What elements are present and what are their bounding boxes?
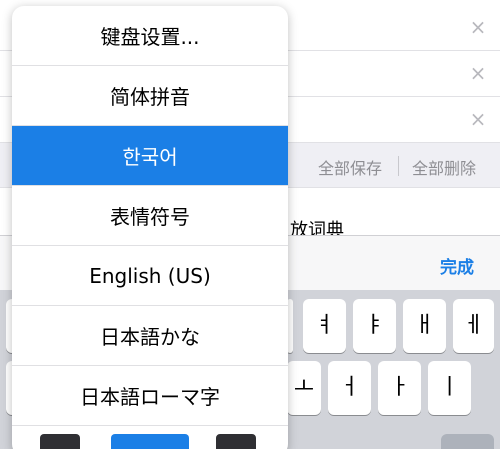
keyboard-size-options [12,430,288,449]
dictionary-text: 放词典 [290,220,344,235]
delete-all-button[interactable]: 全部删除 [412,155,476,179]
menu-item-english-us[interactable]: English (US) [12,246,288,306]
done-button[interactable]: 完成 [440,253,474,278]
keyboard-full-icon[interactable] [111,434,189,449]
toolbar-divider [398,156,399,176]
keyboard-left-icon[interactable] [40,434,80,449]
keyboard-key[interactable]: ㅔ [453,299,494,353]
menu-item-emoji[interactable]: 表情符号 [12,186,288,246]
keyboard-key[interactable]: ㅐ [403,299,446,353]
close-icon[interactable]: × [468,109,488,129]
menu-item-keyboard-settings[interactable]: 键盘设置... [12,6,288,66]
keyboard-right-icon[interactable] [216,434,256,449]
keyboard-key[interactable]: ㅏ [378,361,421,415]
keyboard-key[interactable]: ㅑ [353,299,396,353]
menu-item-korean[interactable]: 한국어 [12,126,288,186]
delete-key[interactable] [441,434,494,449]
menu-item-japanese-romaji[interactable]: 日本語ローマ字 [12,366,288,426]
keyboard-key[interactable]: ㅗ [287,361,321,415]
keyboard-key[interactable]: ㅕ [303,299,346,353]
keyboard-key[interactable]: ㅣ [428,361,471,415]
save-all-button[interactable]: 全部保存 [318,155,382,179]
keyboard-language-menu: 键盘设置... 简体拼音 한국어 表情符号 English (US) 日本語かな… [12,6,288,449]
close-icon[interactable]: × [468,63,488,83]
menu-item-simplified-pinyin[interactable]: 简体拼音 [12,66,288,126]
keyboard-key[interactable]: ㅓ [328,361,371,415]
close-icon[interactable]: × [468,17,488,37]
menu-item-japanese-kana[interactable]: 日本語かな [12,306,288,366]
